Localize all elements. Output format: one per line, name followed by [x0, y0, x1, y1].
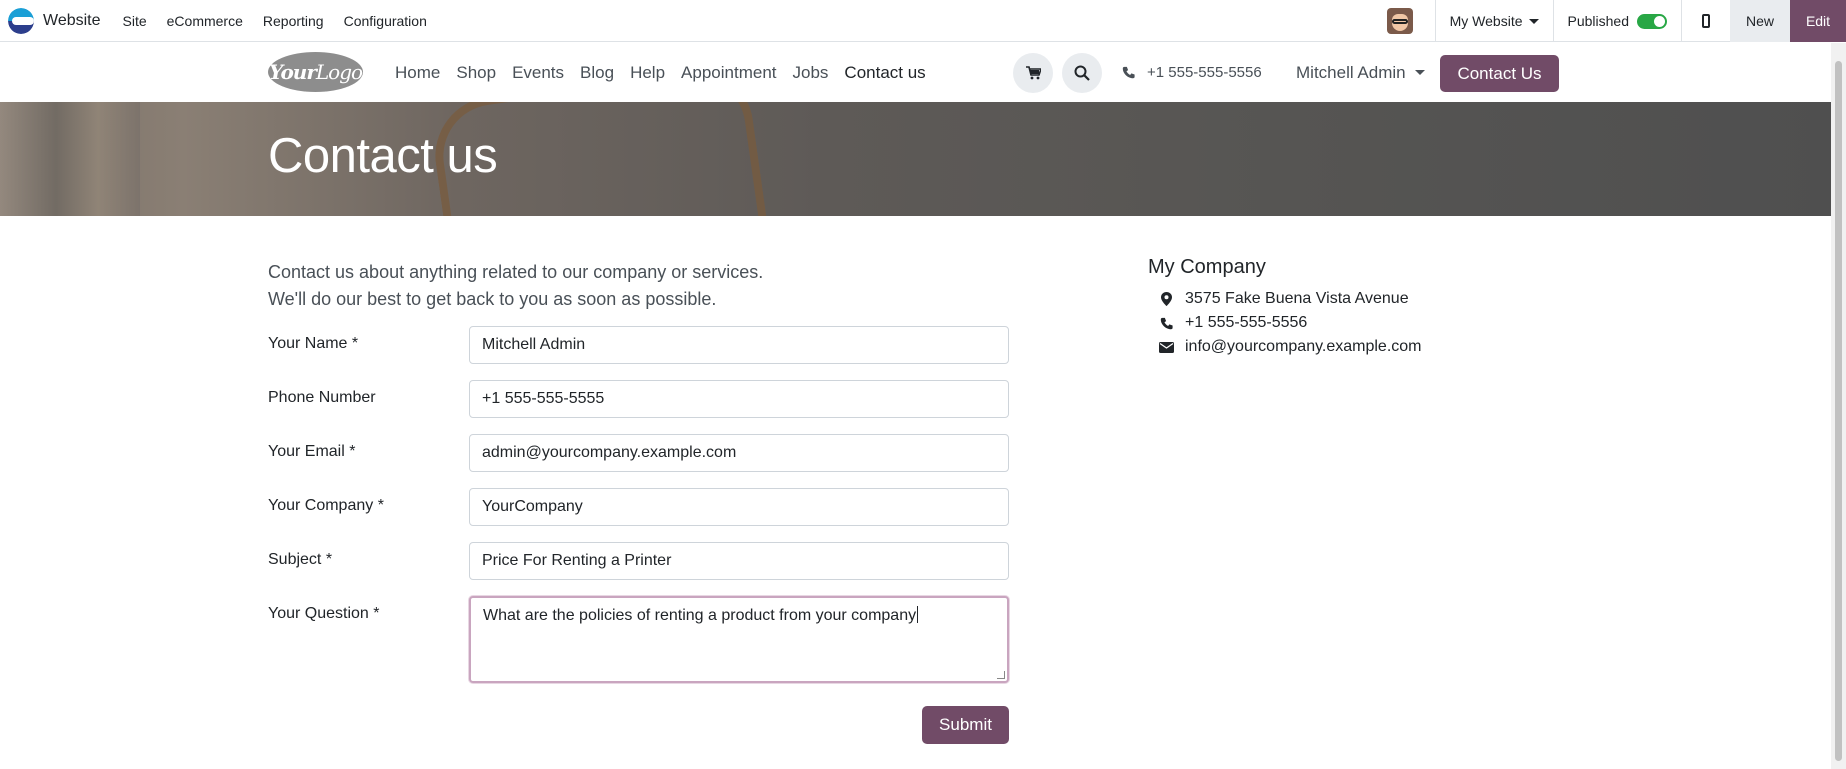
- question-textarea[interactable]: What are the policies of renting a produ…: [469, 596, 1009, 683]
- search-icon: [1074, 65, 1090, 81]
- site-nav: Home Shop Events Blog Help Appointment J…: [387, 43, 934, 102]
- subject-field[interactable]: Price For Renting a Printer: [469, 542, 1009, 580]
- logo-text-bold: Your: [268, 60, 317, 84]
- contact-us-button[interactable]: Contact Us: [1440, 55, 1559, 92]
- name-label: Your Name *: [268, 335, 359, 352]
- form-row-company: Your Company * YourCompany: [268, 488, 1009, 526]
- chevron-down-icon: [1414, 70, 1425, 75]
- phone-label: Phone Number: [268, 389, 376, 406]
- admin-right-controls: My Website Published New Edit: [1386, 0, 1846, 42]
- user-menu[interactable]: Mitchell Admin: [1296, 43, 1425, 102]
- phone-icon: [1158, 317, 1174, 330]
- page-scrollbar[interactable]: [1831, 43, 1846, 769]
- company-name: My Company: [1148, 256, 1266, 278]
- form-row-email: Your Email * admin@yourcompany.example.c…: [268, 434, 1009, 472]
- menu-site[interactable]: Site: [113, 13, 157, 29]
- edit-button[interactable]: Edit: [1790, 0, 1846, 42]
- nav-blog[interactable]: Blog: [572, 63, 622, 83]
- nav-contact-us[interactable]: Contact us: [836, 63, 933, 83]
- header-phone[interactable]: +1 555-555-5556: [1122, 43, 1262, 102]
- form-row-question: Your Question * What are the policies of…: [268, 596, 1009, 683]
- website-app-icon: [8, 7, 34, 34]
- cart-button[interactable]: [1013, 53, 1053, 93]
- question-text: What are the policies of renting a produ…: [483, 607, 917, 624]
- new-button[interactable]: New: [1730, 0, 1790, 42]
- nav-events[interactable]: Events: [504, 63, 572, 83]
- website-selector[interactable]: My Website: [1436, 13, 1553, 29]
- scrollbar-thumb[interactable]: [1835, 61, 1842, 761]
- site-logo[interactable]: Your Logo: [268, 52, 363, 92]
- text-cursor: [917, 606, 919, 623]
- menu-configuration[interactable]: Configuration: [334, 13, 437, 29]
- mobile-preview-button[interactable]: [1682, 0, 1730, 42]
- cart-icon: [1025, 66, 1041, 80]
- company-email-text[interactable]: info@yourcompany.example.com: [1185, 338, 1422, 356]
- form-row-name: Your Name * Mitchell Admin: [268, 326, 1009, 364]
- logo-text: Logo: [315, 60, 363, 84]
- intro-line-2: We'll do our best to get back to you as …: [268, 289, 717, 309]
- company-address-text: 3575 Fake Buena Vista Avenue: [1185, 290, 1409, 307]
- app-name: Website: [43, 11, 101, 29]
- app-brand[interactable]: Website: [8, 0, 101, 42]
- company-label: Your Company *: [268, 497, 384, 514]
- page-title: Contact us: [268, 129, 498, 183]
- hero-background-curtain: [0, 102, 140, 216]
- submit-button[interactable]: Submit: [922, 706, 1009, 744]
- site-header: Your Logo Home Shop Events Blog Help Appo…: [0, 43, 1831, 102]
- user-menu-name: Mitchell Admin: [1296, 62, 1406, 82]
- menu-reporting[interactable]: Reporting: [253, 13, 334, 29]
- name-field[interactable]: Mitchell Admin: [469, 326, 1009, 364]
- mobile-icon: [1702, 14, 1710, 28]
- website-selector-label: My Website: [1449, 13, 1523, 29]
- intro-line-1: Contact us about anything related to our…: [268, 262, 764, 282]
- menu-ecommerce[interactable]: eCommerce: [157, 13, 253, 29]
- subject-label: Subject *: [268, 551, 333, 568]
- envelope-icon: [1158, 341, 1174, 353]
- admin-menu: Site eCommerce Reporting Configuration: [113, 13, 437, 29]
- question-label: Your Question *: [268, 605, 380, 622]
- hero-banner: Contact us: [0, 102, 1831, 216]
- nav-appointment[interactable]: Appointment: [673, 63, 784, 83]
- header-phone-number: +1 555-555-5556: [1147, 64, 1262, 81]
- nav-jobs[interactable]: Jobs: [785, 63, 837, 83]
- nav-help[interactable]: Help: [622, 63, 673, 83]
- company-phone: +1 555-555-5556: [1148, 311, 1422, 335]
- form-row-subject: Subject * Price For Renting a Printer: [268, 542, 1009, 580]
- resize-handle-icon[interactable]: [997, 671, 1005, 679]
- user-avatar[interactable]: [1386, 8, 1413, 34]
- nav-shop[interactable]: Shop: [448, 63, 504, 83]
- phone-icon: [1122, 66, 1135, 79]
- company-field[interactable]: YourCompany: [469, 488, 1009, 526]
- toggle-switch-icon[interactable]: [1637, 13, 1667, 29]
- intro-text: Contact us about anything related to our…: [268, 259, 763, 313]
- company-phone-text[interactable]: +1 555-555-5556: [1185, 314, 1307, 332]
- search-button[interactable]: [1062, 53, 1102, 93]
- nav-home[interactable]: Home: [387, 63, 448, 83]
- chevron-down-icon: [1528, 18, 1539, 24]
- company-info: My Company 3575 Fake Buena Vista Avenue …: [1148, 256, 1422, 359]
- admin-top-bar: Website Site eCommerce Reporting Configu…: [0, 0, 1846, 42]
- form-row-phone: Phone Number +1 555-555-5555: [268, 380, 1009, 418]
- company-email: info@yourcompany.example.com: [1148, 335, 1422, 359]
- phone-field[interactable]: +1 555-555-5555: [469, 380, 1009, 418]
- published-label: Published: [1567, 13, 1630, 29]
- map-marker-icon: [1158, 292, 1174, 306]
- email-field[interactable]: admin@yourcompany.example.com: [469, 434, 1009, 472]
- email-label: Your Email *: [268, 443, 356, 460]
- company-address: 3575 Fake Buena Vista Avenue: [1148, 287, 1422, 311]
- published-toggle[interactable]: Published: [1554, 13, 1682, 29]
